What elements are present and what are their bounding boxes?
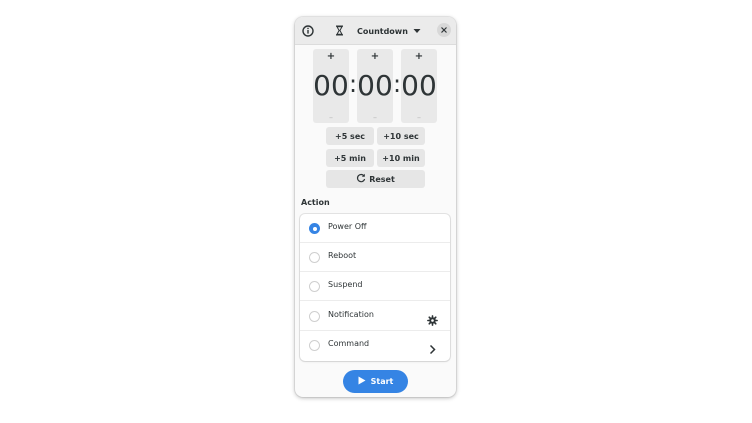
gear-icon[interactable] (427, 311, 438, 326)
reset-icon (356, 173, 366, 185)
radio-button[interactable] (309, 252, 320, 263)
radio-button[interactable] (309, 340, 320, 351)
hours-increment-button[interactable]: + (313, 51, 349, 62)
action-option-reboot[interactable]: Reboot (300, 243, 450, 272)
start-label: Start (370, 377, 394, 386)
action-option-power-off[interactable]: Power Off (300, 214, 450, 243)
seconds-spinner: + 00 – (401, 49, 437, 123)
mode-dropdown[interactable]: Countdown (335, 22, 421, 40)
play-icon (358, 376, 366, 387)
radio-button[interactable] (309, 281, 320, 292)
reset-button[interactable]: Reset (326, 170, 425, 188)
action-option-command[interactable]: Command (300, 331, 450, 360)
action-title: Action (301, 198, 330, 207)
hours-decrement-button[interactable]: – (313, 113, 349, 122)
time-separator: : (349, 70, 358, 98)
hours-value[interactable]: 00 (313, 69, 349, 103)
seconds-value[interactable]: 00 (401, 69, 437, 103)
add-10-sec-button[interactable]: +10 sec (377, 127, 425, 145)
seconds-decrement-button[interactable]: – (401, 113, 437, 122)
option-label: Notification (328, 310, 374, 319)
minutes-spinner: + 00 – (357, 49, 393, 123)
close-button[interactable] (437, 23, 451, 37)
mode-label: Countdown (357, 26, 408, 36)
chevron-right-icon (427, 340, 438, 355)
minutes-increment-button[interactable]: + (357, 51, 393, 62)
add-5-min-button[interactable]: +5 min (326, 149, 374, 167)
option-label: Reboot (328, 251, 357, 260)
action-option-notification[interactable]: Notification (300, 302, 450, 331)
minutes-value[interactable]: 00 (357, 69, 393, 103)
header-bar: Countdown (295, 17, 456, 45)
action-option-suspend[interactable]: Suspend (300, 272, 450, 301)
action-list: Power Off Reboot Suspend Notification Co… (300, 214, 450, 361)
minutes-decrement-button[interactable]: – (357, 113, 393, 122)
caret-down-icon (413, 27, 421, 36)
add-5-sec-button[interactable]: +5 sec (326, 127, 374, 145)
option-label: Suspend (328, 280, 363, 289)
hours-spinner: + 00 – (313, 49, 349, 123)
hourglass-icon (335, 25, 344, 38)
time-separator: : (393, 70, 402, 98)
radio-button[interactable] (309, 311, 320, 322)
start-button[interactable]: Start (343, 370, 408, 393)
close-icon (441, 27, 447, 33)
add-10-min-button[interactable]: +10 min (377, 149, 425, 167)
timer-window: Countdown + 00 – : + 00 – : + 00 – +5 se… (295, 17, 456, 397)
radio-button[interactable] (309, 223, 320, 234)
info-icon[interactable] (301, 23, 315, 37)
option-label: Command (328, 339, 370, 348)
reset-label: Reset (369, 174, 395, 184)
option-label: Power Off (328, 222, 367, 231)
seconds-increment-button[interactable]: + (401, 51, 437, 62)
